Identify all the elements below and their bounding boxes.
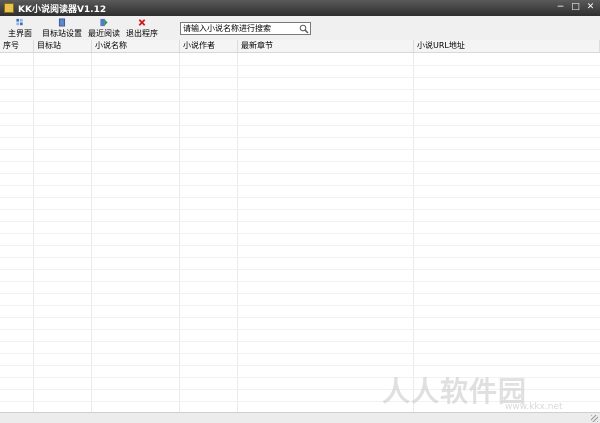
recent-read-label: 最近阅读 bbox=[88, 29, 120, 38]
grid-row-line bbox=[0, 365, 600, 366]
grid-row-line bbox=[0, 269, 600, 270]
grid-row-line bbox=[0, 353, 600, 354]
grid-row-line bbox=[0, 185, 600, 186]
grid-row-line bbox=[0, 149, 600, 150]
title-bar: KK小说阅读器V1.12 − □ ✕ bbox=[0, 0, 600, 16]
settings-icon bbox=[58, 18, 66, 27]
table-header: 序号 目标站 小说名称 小说作者 最新章节 小说URL地址 bbox=[0, 40, 600, 53]
recent-read-button[interactable]: 最近阅读 bbox=[88, 17, 120, 39]
grid-row-line bbox=[0, 245, 600, 246]
app-icon bbox=[4, 3, 14, 13]
grid-row-line bbox=[0, 125, 600, 126]
resize-grip[interactable] bbox=[591, 415, 598, 422]
grid-row-line bbox=[0, 305, 600, 306]
recent-read-icon bbox=[100, 18, 108, 27]
column-header-latest-chapter[interactable]: 最新章节 bbox=[238, 40, 414, 52]
exit-label: 退出程序 bbox=[126, 29, 158, 38]
grid-row-line bbox=[0, 197, 600, 198]
maximize-button[interactable]: □ bbox=[570, 2, 581, 13]
grid-row-line bbox=[0, 113, 600, 114]
exit-button[interactable]: 退出程序 bbox=[126, 17, 158, 39]
close-button[interactable]: ✕ bbox=[585, 2, 596, 13]
column-header-novel-url[interactable]: 小说URL地址 bbox=[414, 40, 600, 52]
search-placeholder: 请输入小说名称进行搜索 bbox=[183, 24, 271, 33]
window-controls: − □ ✕ bbox=[555, 2, 596, 13]
grid-row-line bbox=[0, 77, 600, 78]
column-header-author[interactable]: 小说作者 bbox=[180, 40, 238, 52]
column-header-site[interactable]: 目标站 bbox=[34, 40, 92, 52]
grid-row-line bbox=[0, 257, 600, 258]
table-body[interactable] bbox=[0, 53, 600, 412]
grid-row-line bbox=[0, 233, 600, 234]
grid-row-line bbox=[0, 89, 600, 90]
home-button-label: 主界面 bbox=[8, 29, 32, 38]
status-bar bbox=[0, 412, 600, 423]
column-header-novel-name[interactable]: 小说名称 bbox=[92, 40, 180, 52]
watermark-url: www.kkx.net bbox=[505, 402, 563, 412]
grid-row-line bbox=[0, 137, 600, 138]
grid-row-line bbox=[0, 101, 600, 102]
window-title: KK小说阅读器V1.12 bbox=[18, 4, 107, 15]
search-icon[interactable] bbox=[299, 24, 309, 34]
grid-row-line bbox=[0, 161, 600, 162]
grid-row-line bbox=[0, 317, 600, 318]
home-icon bbox=[16, 18, 23, 26]
grid-row-line bbox=[0, 281, 600, 282]
column-header-index[interactable]: 序号 bbox=[0, 40, 34, 52]
grid-row-line bbox=[0, 221, 600, 222]
minimize-button[interactable]: − bbox=[555, 2, 566, 13]
search-input[interactable]: 请输入小说名称进行搜索 bbox=[180, 22, 311, 35]
target-site-settings-label: 目标站设置 bbox=[42, 29, 82, 38]
exit-icon bbox=[138, 19, 146, 26]
grid-row-line bbox=[0, 341, 600, 342]
grid-row-line bbox=[0, 293, 600, 294]
novel-table: 序号 目标站 小说名称 小说作者 最新章节 小说URL地址 bbox=[0, 40, 600, 412]
grid-row-line bbox=[0, 209, 600, 210]
grid-row-line bbox=[0, 329, 600, 330]
grid-row-line bbox=[0, 173, 600, 174]
target-site-settings-button[interactable]: 目标站设置 bbox=[42, 17, 82, 39]
grid-row-line bbox=[0, 65, 600, 66]
home-button[interactable]: 主界面 bbox=[8, 17, 32, 39]
